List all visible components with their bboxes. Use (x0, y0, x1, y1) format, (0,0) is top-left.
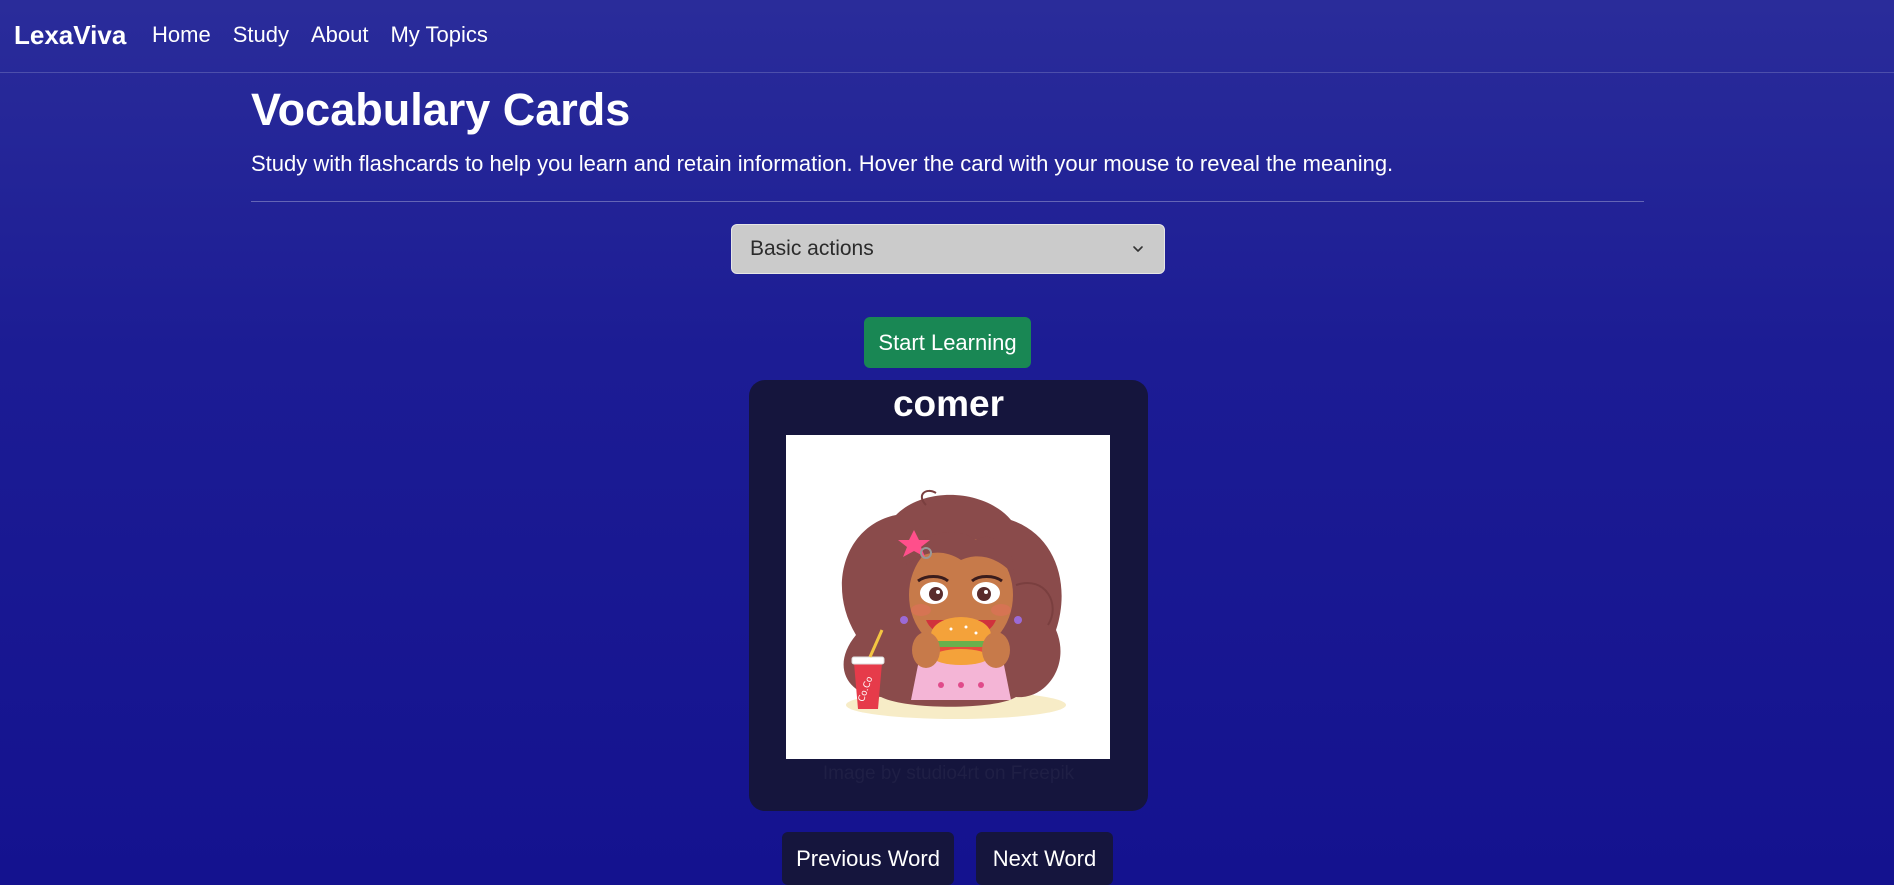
card-word: comer (892, 383, 1005, 424)
card-image: Co.Co (786, 435, 1110, 759)
chevron-down-icon (1130, 241, 1146, 257)
image-credit: Image by studio4rt on Freepik (822, 763, 1075, 784)
nav-link-my-topics[interactable]: My Topics (390, 22, 487, 48)
page-description: Study with flashcards to help you learn … (251, 151, 1394, 176)
nav-link-study[interactable]: Study (233, 22, 289, 48)
previous-word-button[interactable]: Previous Word (782, 832, 954, 885)
nav-link-about[interactable]: About (311, 22, 369, 48)
girl-eating-illustration: Co.Co (841, 489, 1066, 719)
brand-logo[interactable]: LexaViva (14, 20, 126, 51)
nav-links: Home Study About My Topics (152, 22, 488, 48)
topic-select[interactable]: Basic actions (731, 224, 1165, 274)
page-title: Vocabulary Cards (251, 84, 631, 135)
topic-select-value: Basic actions (750, 237, 874, 260)
navbar: LexaViva Home Study About My Topics (0, 0, 1894, 73)
start-learning-button[interactable]: Start Learning (864, 317, 1031, 368)
flashcard[interactable]: comer Co.Co Image by studio4rt on Freepi… (749, 380, 1148, 811)
divider (251, 201, 1644, 202)
next-word-button[interactable]: Next Word (976, 832, 1113, 885)
nav-link-home[interactable]: Home (152, 22, 211, 48)
